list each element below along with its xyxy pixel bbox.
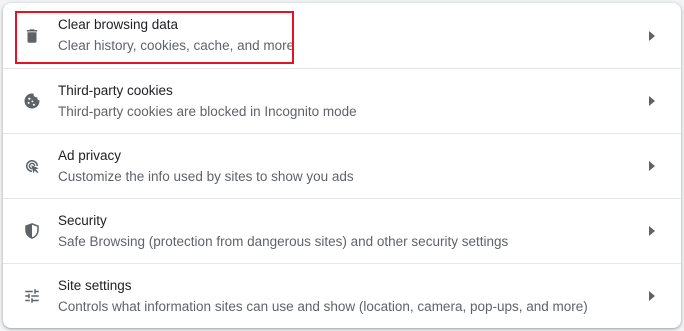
cookie-icon — [23, 92, 41, 110]
chevron-right-icon — [648, 291, 656, 301]
row-subtitle: Third-party cookies are blocked in Incog… — [58, 104, 357, 119]
chevron-right-icon — [648, 96, 656, 106]
clear-browsing-data-row[interactable]: Clear browsing data Clear history, cooki… — [3, 3, 681, 68]
row-title: Site settings — [58, 278, 132, 293]
chevron-right-icon — [648, 226, 656, 236]
row-title: Ad privacy — [58, 148, 122, 163]
row-subtitle: Controls what information sites can use … — [58, 299, 588, 314]
tune-icon — [23, 287, 41, 305]
row-title: Security — [58, 213, 107, 228]
security-row[interactable]: Security Safe Browsing (protection from … — [3, 198, 681, 263]
row-subtitle: Customize the info used by sites to show… — [58, 169, 354, 184]
site-settings-row[interactable]: Site settings Controls what information … — [3, 263, 681, 328]
row-subtitle: Safe Browsing (protection from dangerous… — [58, 234, 509, 249]
ad-privacy-row[interactable]: Ad privacy Customize the info used by si… — [3, 133, 681, 198]
row-title: Third-party cookies — [58, 83, 173, 98]
third-party-cookies-row[interactable]: Third-party cookies Third-party cookies … — [3, 68, 681, 133]
privacy-settings-card: Clear browsing data Clear history, cooki… — [3, 3, 681, 328]
chevron-right-icon — [648, 161, 656, 171]
ad-privacy-icon — [23, 157, 41, 175]
row-title: Clear browsing data — [58, 17, 179, 32]
chevron-right-icon — [648, 30, 656, 41]
shield-icon — [23, 222, 41, 240]
trash-icon — [23, 27, 41, 45]
row-subtitle: Clear history, cookies, cache, and more — [58, 38, 295, 53]
